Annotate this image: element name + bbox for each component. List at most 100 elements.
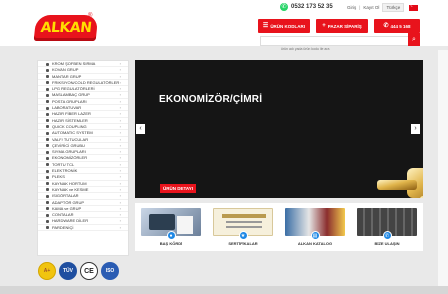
chevron-right-icon: › bbox=[414, 125, 417, 132]
product-codes-label: ÜRÜN KODLARI bbox=[270, 23, 306, 29]
chevron-left-icon: ‹ bbox=[139, 125, 142, 132]
category-icon bbox=[46, 188, 49, 192]
category-icon bbox=[46, 106, 49, 110]
sidebar-item-label: HARDWARE DİLER bbox=[52, 218, 89, 224]
product-detail-button[interactable]: ÜRÜN DETAYI bbox=[160, 184, 196, 193]
phone-icon: ✆ bbox=[382, 231, 392, 240]
call-number-label: 444 5 168 bbox=[390, 23, 411, 29]
sidebar-item-label: ÇEVİRİCİ GRUBU bbox=[52, 142, 85, 148]
plus-icon: + bbox=[322, 23, 326, 29]
sidebar-item-label: CONTALAR bbox=[52, 212, 74, 218]
sidebar-item-label: EKONOMİZÖRLER bbox=[52, 155, 88, 161]
search-button[interactable]: ⌕ bbox=[408, 33, 420, 46]
list-icon: ☰ bbox=[262, 23, 269, 29]
footer-strip bbox=[0, 286, 448, 294]
feature-label: ALKAN KATALOG bbox=[297, 241, 333, 246]
sidebar-item-label: HAZIR FİBER LAZER bbox=[52, 111, 91, 117]
sidebar-item-label: KROM ŞOFBEN SIRMA bbox=[52, 61, 96, 66]
sidebar-item-label: LPG REGULATÖRLERİ bbox=[52, 86, 95, 92]
category-icon bbox=[46, 175, 49, 179]
sidebar-item-label: KAYNAK HORTUM bbox=[52, 180, 87, 186]
category-icon bbox=[46, 125, 49, 129]
category-icon bbox=[46, 226, 49, 230]
hero-slider[interactable]: EKONOMİZÖR/ÇİMRİ ÜRÜN DETAYI ‹ › bbox=[135, 60, 423, 198]
market-order-label: PAZAR SİPARİŞ bbox=[327, 23, 362, 29]
category-icon bbox=[46, 144, 49, 148]
sidebar-item-label: LABORATUVAR bbox=[52, 105, 82, 111]
phone-icon: ✆ bbox=[383, 23, 389, 29]
sidebar-item[interactable]: PARDENİÇİ › bbox=[38, 224, 128, 232]
whatsapp-phone[interactable]: ✆ 0532 173 52 35 bbox=[280, 2, 333, 12]
feature-label: SERTİFİKALAR bbox=[228, 241, 258, 246]
sidebar-item-label: TORTU TCL bbox=[52, 161, 75, 167]
category-icon bbox=[46, 207, 49, 211]
certification-badges: A+ TÜV CE ISO bbox=[38, 260, 128, 282]
product-image bbox=[377, 168, 423, 198]
category-icon bbox=[46, 75, 49, 79]
product-codes-button[interactable]: ☰ ÜRÜN KODLARI bbox=[258, 19, 310, 33]
book-icon: ▤ bbox=[310, 231, 320, 240]
category-icon bbox=[46, 81, 49, 85]
logo-registered-mark: ® bbox=[88, 13, 93, 19]
feature-links: ● BAŞ KÖRDİ ★ SERTİFİKALAR ▤ ALKAN KATAL… bbox=[135, 203, 423, 251]
category-icon bbox=[46, 182, 49, 186]
language-select[interactable]: Türkçe bbox=[382, 3, 405, 12]
sidebar-item-label: AUTOMATIC SYSTEM bbox=[52, 130, 93, 136]
person-icon: ● bbox=[166, 231, 176, 240]
sidebar-item-label: PLEKS bbox=[52, 174, 65, 180]
category-icon bbox=[46, 163, 49, 167]
category-icon bbox=[46, 194, 49, 198]
chevron-right-icon: › bbox=[119, 224, 121, 230]
feature-label: BİZE ULAŞIN bbox=[374, 241, 400, 246]
login-link[interactable]: Giriş bbox=[347, 5, 356, 10]
category-icon bbox=[46, 213, 49, 217]
feature-card-contact[interactable]: ✆ BİZE ULAŞIN bbox=[356, 208, 418, 246]
sidebar-item-label: HAZIR SİSTEMLER bbox=[52, 117, 88, 123]
category-icon bbox=[46, 219, 49, 223]
category-icon bbox=[46, 201, 49, 205]
category-icon bbox=[46, 169, 49, 173]
sidebar-item-label: PARDENİÇİ bbox=[52, 224, 74, 230]
turkey-flag-icon[interactable] bbox=[409, 3, 419, 11]
sidebar-item-label: POSTA GRUPLARI bbox=[52, 98, 87, 104]
sidebar-item-label: VALF/ TUTUCULAR bbox=[52, 136, 89, 142]
ce-mark-icon: CE bbox=[80, 262, 98, 280]
category-icon bbox=[46, 156, 49, 160]
category-icon bbox=[46, 112, 49, 116]
sidebar-item-label: FRIKSIYON/COLD REGULATÖRLER bbox=[52, 79, 120, 85]
sidebar-item-label: SIYMA GRUPLARI bbox=[52, 149, 86, 155]
category-icon bbox=[46, 119, 49, 123]
feature-label: BAŞ KÖRDİ bbox=[159, 241, 183, 246]
category-icon bbox=[46, 68, 49, 72]
search-input[interactable] bbox=[261, 45, 409, 53]
sidebar-item-label: MASLAMBAÇ GRUP bbox=[52, 92, 90, 98]
slider-next-button[interactable]: › bbox=[411, 124, 420, 134]
category-icon bbox=[46, 150, 49, 154]
feature-card-catalog[interactable]: ▤ ALKAN KATALOG bbox=[284, 208, 346, 246]
register-link[interactable]: Kayıt Ol bbox=[363, 5, 379, 10]
phone-number: 0532 173 52 35 bbox=[291, 4, 333, 10]
search-bar bbox=[260, 36, 410, 53]
category-icon bbox=[46, 93, 49, 97]
market-order-button[interactable]: + PAZAR SİPARİŞ bbox=[316, 19, 368, 33]
page-scroll-area bbox=[438, 50, 448, 286]
category-sidebar: KROM ŞOFBEN SIRMA › KOVAN GRUP › MANTAR GR… bbox=[37, 60, 129, 256]
feature-card-manager[interactable]: ● BAŞ KÖRDİ bbox=[140, 208, 202, 246]
whatsapp-icon: ✆ bbox=[280, 3, 288, 11]
sidebar-item-label: ELEKTRONİK bbox=[52, 168, 78, 174]
call-button[interactable]: ✆ 444 5 168 bbox=[374, 19, 420, 33]
account-links: Giriş | Kayıt Ol Türkçe bbox=[347, 3, 419, 12]
feature-card-certificates[interactable]: ★ SERTİFİKALAR bbox=[212, 208, 274, 246]
certificate-icon: ★ bbox=[238, 231, 248, 240]
separator: | bbox=[359, 5, 361, 10]
sidebar-item-label: ADAPTÖR GRUP bbox=[52, 199, 85, 205]
sidebar-item-label: MANTAR GRUP bbox=[52, 73, 82, 79]
iso-badge-icon: ISO bbox=[101, 262, 119, 280]
tuv-badge-icon: TÜV bbox=[59, 262, 77, 280]
slider-prev-button[interactable]: ‹ bbox=[136, 124, 145, 134]
category-icon bbox=[46, 131, 49, 135]
award-badge-icon: A+ bbox=[38, 262, 56, 280]
category-icon bbox=[46, 87, 49, 91]
slide-title: EKONOMİZÖR/ÇİMRİ bbox=[159, 94, 263, 105]
search-icon: ⌕ bbox=[412, 36, 416, 43]
